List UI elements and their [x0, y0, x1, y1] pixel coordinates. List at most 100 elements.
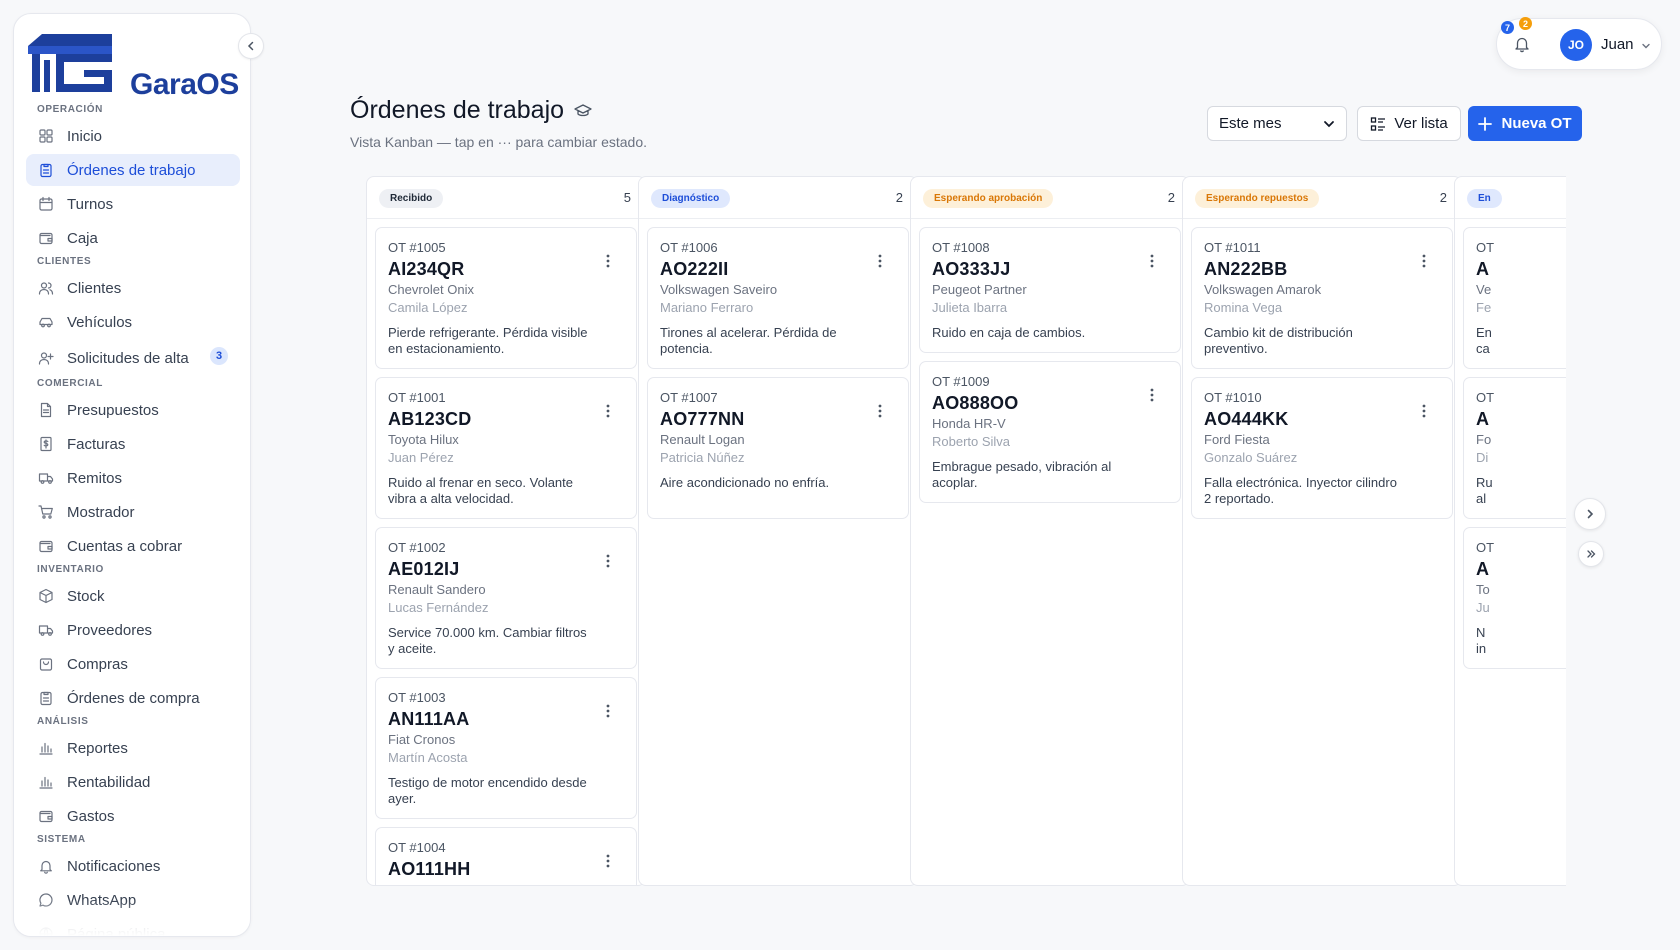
- chevron-down-icon: [1324, 121, 1334, 128]
- sidebar-item-turnos[interactable]: Turnos: [26, 188, 240, 220]
- view-list-button[interactable]: Ver lista: [1357, 106, 1461, 141]
- vehicle-plate: A: [1476, 409, 1490, 429]
- sidebar-section-title: INVENTARIO: [37, 564, 104, 575]
- work-order-card[interactable]: OT A Fo Di Ru al: [1463, 377, 1566, 519]
- box-icon: [39, 588, 53, 604]
- more-options-icon[interactable]: [878, 404, 882, 418]
- sidebar-item-stock[interactable]: Stock: [26, 580, 240, 612]
- work-order-description: Ru al: [1476, 475, 1493, 506]
- work-order-card[interactable]: OT #1009 AO888OO Honda HR-V Roberto Silv…: [919, 361, 1181, 503]
- graduation-cap-icon[interactable]: [574, 102, 592, 120]
- sidebar-item-rentabilidad[interactable]: Rentabilidad: [26, 766, 240, 798]
- more-options-icon[interactable]: [1422, 404, 1426, 418]
- sidebar-item-cuentas-a-cobrar[interactable]: Cuentas a cobrar: [26, 530, 240, 562]
- vehicle-plate: AN111AA: [388, 709, 470, 729]
- work-order-card[interactable]: OT #1003 AN111AA Fiat Cronos Martín Acos…: [375, 677, 637, 819]
- notification-count-orange: 2: [1519, 17, 1532, 30]
- work-order-card[interactable]: OT #1011 AN222BB Volkswagen Amarok Romin…: [1191, 227, 1453, 369]
- more-options-icon[interactable]: [606, 404, 610, 418]
- work-order-description: Aire acondicionado no enfría.: [660, 475, 830, 490]
- avatar: JO: [1560, 29, 1592, 61]
- work-order-card[interactable]: OT #1006 AO222II Volkswagen Saveiro Mari…: [647, 227, 909, 369]
- scroll-right-button[interactable]: [1574, 498, 1606, 530]
- sidebar-item-inicio[interactable]: Inicio: [26, 120, 240, 152]
- truck-icon: [38, 473, 54, 484]
- sidebar-item-ordenes-de-compra[interactable]: Órdenes de compra: [26, 682, 240, 714]
- customer-name: Camila López: [388, 300, 468, 315]
- customer-name: Martín Acosta: [388, 750, 468, 765]
- customer-name: Patricia Núñez: [660, 450, 745, 465]
- list-view-icon: [1371, 116, 1386, 131]
- sidebar-item-label: Órdenes de trabajo: [67, 161, 196, 179]
- garaos-logo[interactable]: GaraOS: [26, 28, 246, 101]
- more-options-icon[interactable]: [606, 554, 610, 568]
- new-work-order-button[interactable]: Nueva OT: [1468, 106, 1582, 141]
- sidebar-item-gastos[interactable]: Gastos: [26, 800, 240, 832]
- work-order-card[interactable]: OT #1007 AO777NN Renault Logan Patricia …: [647, 377, 909, 519]
- vehicle-model: Chevrolet Onix: [388, 282, 474, 297]
- page-title-text: Órdenes de trabajo: [350, 96, 565, 124]
- sidebar-item-presupuestos[interactable]: Presupuestos: [26, 394, 240, 426]
- sidebar-item-vehiculos[interactable]: Vehículos: [26, 306, 240, 338]
- more-options-icon[interactable]: [1422, 254, 1426, 268]
- sidebar-item-compras[interactable]: Compras: [26, 648, 240, 680]
- work-order-card[interactable]: OT #1001 AB123CD Toyota Hilux Juan Pérez…: [375, 377, 637, 519]
- bar-chart-icon: [39, 776, 53, 789]
- work-order-card[interactable]: OT #1010 AO444KK Ford Fiesta Gonzalo Suá…: [1191, 377, 1453, 519]
- work-order-card[interactable]: OT #1002 AE012IJ Renault Sandero Lucas F…: [375, 527, 637, 669]
- work-order-card[interactable]: OT #1005 AI234QR Chevrolet Onix Camila L…: [375, 227, 637, 369]
- work-order-number: OT #1011: [1204, 240, 1261, 255]
- sidebar-item-label: Órdenes de compra: [67, 689, 200, 707]
- more-options-icon[interactable]: [606, 704, 610, 718]
- customer-name: Mariano Ferraro: [660, 300, 754, 315]
- clipboard-icon: [40, 163, 52, 178]
- status-badge: Esperando repuestos: [1195, 189, 1320, 208]
- sidebar-section-title: SISTEMA: [37, 834, 86, 845]
- vehicle-plate: AI234QR: [388, 259, 465, 279]
- sidebar-item-label: Notificaciones: [67, 857, 161, 875]
- scroll-end-button[interactable]: [1578, 541, 1604, 567]
- more-options-icon[interactable]: [1150, 388, 1154, 402]
- period-select[interactable]: Este mes: [1207, 106, 1347, 141]
- sidebar-item-reportes[interactable]: Reportes: [26, 732, 240, 764]
- page-title: Órdenes de trabajo: [350, 96, 592, 125]
- vehicle-model: Renault Sandero: [388, 582, 486, 597]
- sidebar-item-remitos[interactable]: Remitos: [26, 462, 240, 494]
- vehicle-model: Fiat Cronos: [388, 732, 456, 747]
- sidebar-item-proveedores[interactable]: Proveedores: [26, 614, 240, 646]
- sidebar-item-label: Compras: [67, 655, 128, 673]
- more-options-icon[interactable]: [606, 254, 610, 268]
- sidebar-item-clientes[interactable]: Clientes: [26, 272, 240, 304]
- sidebar-item-facturas[interactable]: Facturas: [26, 428, 240, 460]
- column-count: 2: [1439, 190, 1447, 205]
- work-order-number: OT #1007: [660, 390, 718, 405]
- users-icon: [38, 282, 54, 295]
- notification-count-blue: 7: [1501, 21, 1514, 34]
- work-order-card[interactable]: OT A Ve Fe En ca: [1463, 227, 1566, 369]
- work-order-card[interactable]: OT A To Ju N in: [1463, 527, 1566, 669]
- sidebar-item-notificaciones[interactable]: Notificaciones: [26, 850, 240, 882]
- sidebar-item-solicitudes-de-alta[interactable]: Solicitudes de alta 3: [26, 340, 240, 376]
- work-order-description: Falla electrónica. Inyector cilindro 2 r…: [1204, 475, 1397, 506]
- sidebar-item-ordenes-de-trabajo[interactable]: Órdenes de trabajo: [26, 154, 240, 186]
- page-subtitle: Vista Kanban — tap en ··· para cambiar e…: [350, 134, 648, 150]
- sidebar-item-mostrador[interactable]: Mostrador: [26, 496, 240, 528]
- work-order-description: Ruido en caja de cambios.: [932, 325, 1086, 340]
- kanban-column-recibido: Recibido 5 OT #1005 AI234QR Chevrolet On…: [366, 176, 646, 886]
- user-name: Juan: [1601, 36, 1634, 53]
- more-options-icon[interactable]: [878, 254, 882, 268]
- garage-logo-icon: [28, 34, 112, 92]
- wallet-icon: [39, 540, 53, 553]
- sidebar-item-label: Clientes: [67, 279, 122, 297]
- vehicle-plate: A: [1476, 559, 1490, 579]
- sidebar-item-label: Caja: [67, 229, 98, 247]
- more-options-icon[interactable]: [606, 854, 610, 868]
- sidebar-collapse-button[interactable]: [238, 33, 264, 59]
- work-order-card[interactable]: OT #1008 AO333JJ Peugeot Partner Julieta…: [919, 227, 1181, 353]
- kanban-column-esperando-aprobacion: Esperando aprobación 2 OT #1008 AO333JJ …: [910, 176, 1190, 886]
- work-order-card[interactable]: OT #1004 AO111HH: [375, 827, 637, 885]
- work-order-number: OT: [1476, 240, 1495, 255]
- more-options-icon[interactable]: [1150, 254, 1154, 268]
- sidebar-item-caja[interactable]: Caja: [26, 222, 240, 254]
- column-count: 2: [1167, 190, 1175, 205]
